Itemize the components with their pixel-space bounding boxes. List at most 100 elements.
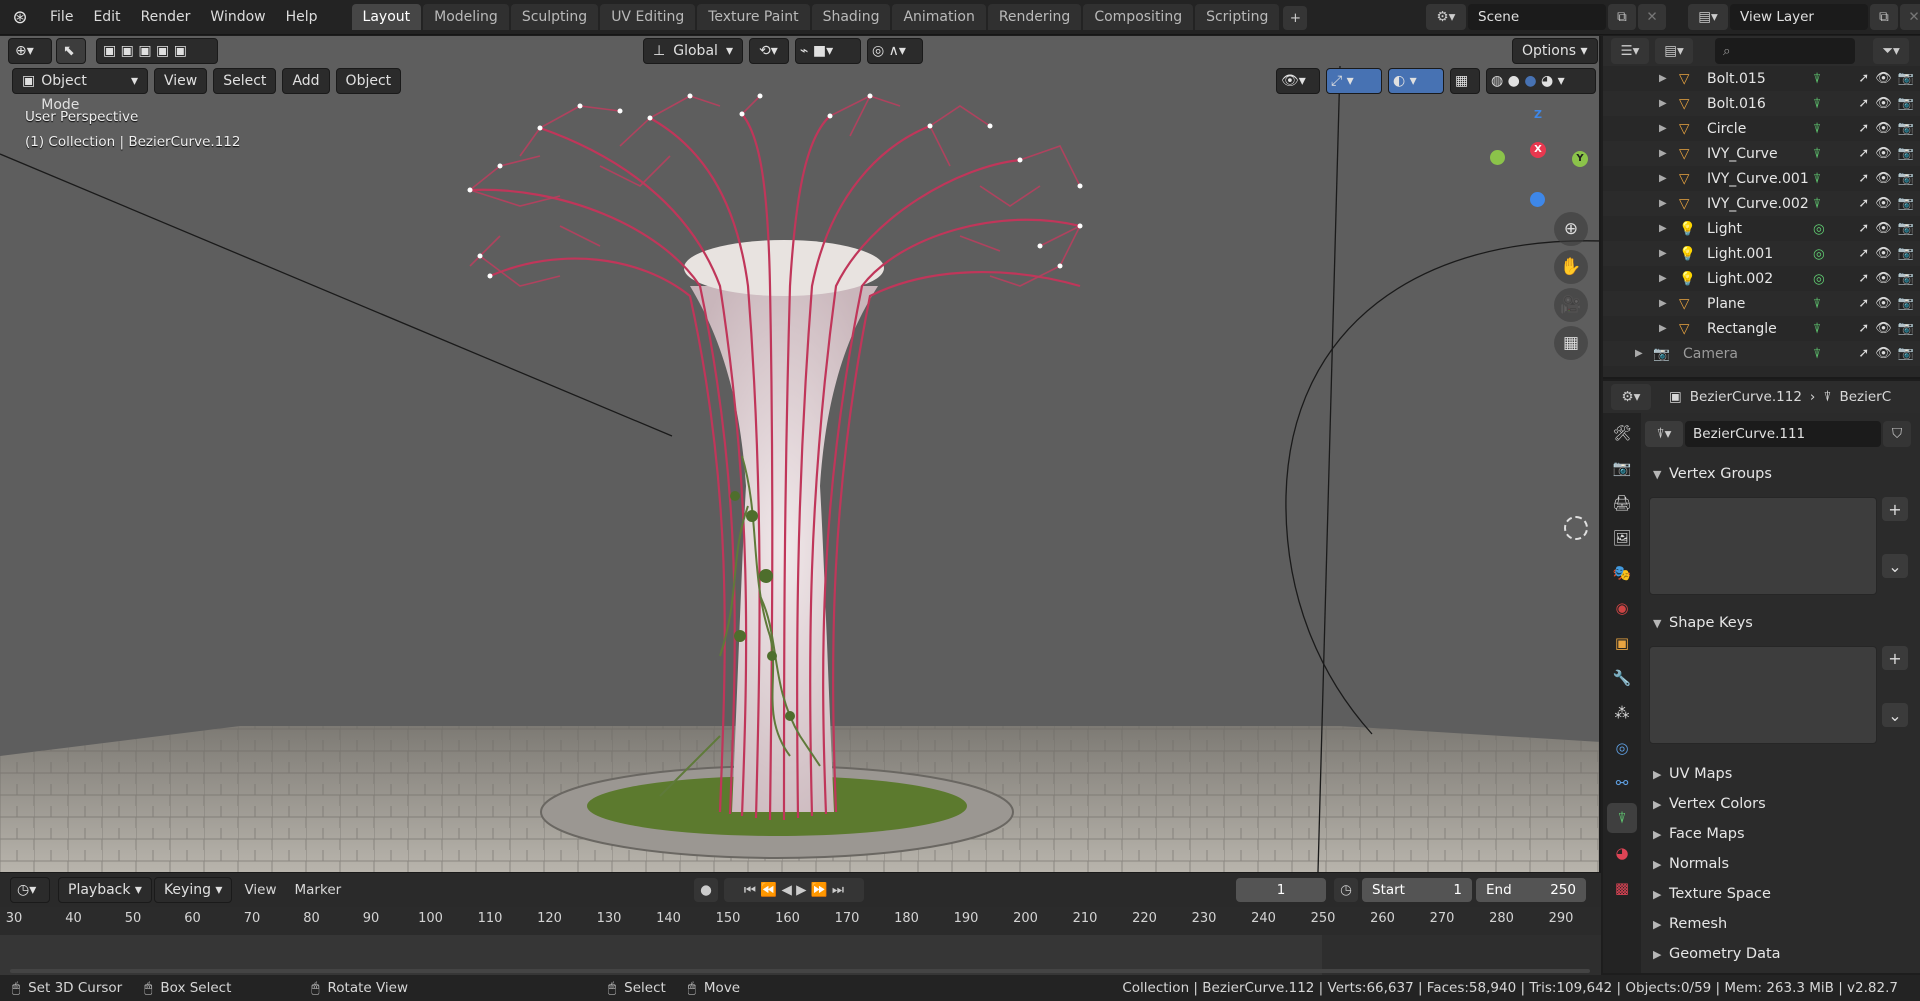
timeline-ruler[interactable]: 30 40 50 60 70 80 90 100 110 120 130 140 150 160 170 18… — [0, 907, 1601, 935]
outliner-item[interactable]: ▶ ▽ IVY_Curve ⍒ ➚ 👁 📷 — [1603, 141, 1920, 166]
timeline-editor-type-icon[interactable]: ◷▾ — [10, 877, 50, 903]
selectable-arrow-icon[interactable]: ➚ — [1858, 146, 1869, 161]
properties-editor-type-icon[interactable]: ⚙▾ — [1611, 384, 1651, 410]
transport-icons[interactable]: ⏮ ⏪ ◀ ▶ ⏩ ⏭ — [724, 878, 864, 902]
blender-logo-icon[interactable]: ⊛ — [0, 0, 40, 35]
selectable-arrow-icon[interactable]: ➚ — [1858, 296, 1869, 311]
panel-face-maps[interactable]: ▶ Face Maps — [1649, 821, 1914, 847]
start-frame-field[interactable]: Start 1 — [1362, 878, 1472, 902]
add-shape-key-button[interactable]: + — [1882, 646, 1908, 670]
render-camera-icon[interactable]: 📷 — [1898, 246, 1914, 261]
render-camera-icon[interactable]: 📷 — [1898, 196, 1914, 211]
object-tab-icon[interactable]: ▣ — [1607, 628, 1637, 658]
navigation-gizmo[interactable]: Z X Y — [1486, 108, 1588, 208]
object-data-icon[interactable]: ⍒ — [1813, 196, 1821, 212]
panel-remesh[interactable]: ▶ Remesh — [1649, 911, 1914, 937]
tab-rendering[interactable]: Rendering — [987, 4, 1082, 30]
expand-arrow-icon[interactable]: ▶ — [1659, 198, 1667, 209]
visibility-eye-icon[interactable]: 👁 — [1875, 171, 1892, 186]
object-data-icon[interactable]: ⍒ — [1813, 321, 1821, 337]
select-tool-icon[interactable]: ⬉ — [56, 38, 86, 64]
selectable-arrow-icon[interactable]: ➚ — [1858, 121, 1869, 136]
tab-sculpting[interactable]: Sculpting — [510, 4, 599, 30]
menu-add[interactable]: Add — [282, 68, 330, 94]
expand-arrow-icon[interactable]: ▶ — [1659, 323, 1667, 334]
outliner-item[interactable]: ▶ ▽ Bolt.016 ⍒ ➚ 👁 📷 — [1603, 91, 1920, 116]
add-vertex-group-button[interactable]: + — [1882, 497, 1908, 521]
render-camera-icon[interactable]: 📷 — [1898, 346, 1914, 361]
outliner-item[interactable]: ▶ 📷 Camera ⍒ ➚ 👁 📷 — [1603, 341, 1920, 366]
menu-render[interactable]: Render — [131, 0, 201, 35]
physics-tab-icon[interactable]: ◎ — [1607, 733, 1637, 763]
timeline-track[interactable] — [0, 935, 1601, 975]
object-data-icon[interactable]: ◎ — [1813, 221, 1825, 237]
scene-tab-icon[interactable]: 🎭 — [1607, 558, 1637, 588]
menu-object[interactable]: Object — [335, 68, 402, 94]
selectable-arrow-icon[interactable]: ➚ — [1858, 246, 1869, 261]
new-scene-icon[interactable]: ⧉ — [1608, 4, 1636, 30]
view-layer-tab-icon[interactable]: 🖼 — [1607, 523, 1637, 553]
outliner-item[interactable]: ▶ ▽ Bolt.015 ⍒ ➚ 👁 📷 — [1603, 66, 1920, 91]
tab-scripting[interactable]: Scripting — [1195, 4, 1280, 30]
visibility-icon[interactable]: 👁▾ — [1276, 68, 1320, 94]
fake-user-shield-icon[interactable]: ⛉ — [1883, 421, 1911, 447]
visibility-eye-icon[interactable]: 👁 — [1875, 296, 1892, 311]
playback-dropdown[interactable]: Playback ▾ — [58, 877, 152, 903]
render-camera-icon[interactable]: 📷 — [1898, 121, 1914, 136]
tool-tab-icon[interactable]: 🛠 — [1607, 418, 1637, 448]
visibility-eye-icon[interactable]: 👁 — [1875, 146, 1892, 161]
render-camera-icon[interactable]: 📷 — [1898, 296, 1914, 311]
render-camera-icon[interactable]: 📷 — [1898, 271, 1914, 286]
outliner-item[interactable]: ▶ ▽ IVY_Curve.001 ⍒ ➚ 👁 📷 — [1603, 166, 1920, 191]
selectable-arrow-icon[interactable]: ➚ — [1858, 271, 1869, 286]
pivot-point-icon[interactable]: ⟲▾ — [749, 38, 789, 64]
tab-uv-editing[interactable]: UV Editing — [600, 4, 696, 30]
data-name-field[interactable]: BezierCurve.111 — [1685, 421, 1881, 447]
panel-vertex-colors[interactable]: ▶ Vertex Colors — [1649, 791, 1914, 817]
selectable-arrow-icon[interactable]: ➚ — [1858, 96, 1869, 111]
vertex-groups-list[interactable] — [1649, 497, 1877, 595]
snap-toggle-icon[interactable]: ⌁ ■▾ — [795, 38, 861, 64]
object-data-icon[interactable]: ⍒ — [1813, 96, 1821, 112]
panel-shape-keys[interactable]: ▼ Shape Keys — [1649, 610, 1914, 636]
pan-hand-icon[interactable]: ✋ — [1554, 250, 1588, 284]
view-layer-browse-icon[interactable]: ▤▾ — [1688, 4, 1728, 30]
current-frame-field[interactable]: 1 — [1236, 878, 1326, 902]
tab-modeling[interactable]: Modeling — [423, 4, 509, 30]
selectable-arrow-icon[interactable]: ➚ — [1858, 346, 1869, 361]
output-tab-icon[interactable]: 🖨 — [1607, 488, 1637, 518]
axis-neg-y-dot[interactable] — [1490, 150, 1505, 165]
expand-arrow-icon[interactable]: ▶ — [1659, 273, 1667, 284]
outliner-item[interactable]: ▶ 💡 Light.002 ◎ ➚ 👁 📷 — [1603, 266, 1920, 291]
selectable-arrow-icon[interactable]: ➚ — [1858, 221, 1869, 236]
visibility-eye-icon[interactable]: 👁 — [1875, 346, 1892, 361]
xray-toggle-icon[interactable]: ▦ — [1450, 68, 1480, 94]
visibility-eye-icon[interactable]: 👁 — [1875, 321, 1892, 336]
filter-icon[interactable]: ⏷▾ — [1873, 38, 1909, 64]
outliner-editor-type-icon[interactable]: ☰▾ — [1611, 38, 1649, 64]
shape-keys-list[interactable] — [1649, 646, 1877, 744]
tab-texture-paint[interactable]: Texture Paint — [697, 4, 810, 30]
record-icon[interactable]: ● — [694, 878, 718, 902]
scene-browse-icon[interactable]: ⚙▾ — [1426, 4, 1466, 30]
render-camera-icon[interactable]: 📷 — [1898, 221, 1914, 236]
outliner-item[interactable]: ▶ ▽ Circle ⍒ ➚ 👁 📷 — [1603, 116, 1920, 141]
expand-arrow-icon[interactable]: ▶ — [1659, 173, 1667, 184]
perspective-grid-icon[interactable]: ▦ — [1554, 326, 1588, 360]
menu-edit[interactable]: Edit — [83, 0, 130, 35]
tab-shading[interactable]: Shading — [811, 4, 891, 30]
timeline-scrollbar[interactable] — [10, 969, 1590, 973]
visibility-eye-icon[interactable]: 👁 — [1875, 71, 1892, 86]
shape-key-specials-button[interactable]: ⌄ — [1882, 703, 1908, 727]
outliner-item[interactable]: ▶ ▽ Plane ⍒ ➚ 👁 📷 — [1603, 291, 1920, 316]
zoom-icon[interactable]: ⊕ — [1554, 212, 1588, 246]
object-data-icon[interactable]: ⍒ — [1813, 171, 1821, 187]
visibility-eye-icon[interactable]: 👁 — [1875, 121, 1892, 136]
outliner-item[interactable]: ▶ 💡 Light.001 ◎ ➚ 👁 📷 — [1603, 241, 1920, 266]
object-data-icon[interactable]: ⍒ — [1813, 146, 1821, 162]
tab-compositing[interactable]: Compositing — [1083, 4, 1194, 30]
visibility-eye-icon[interactable]: 👁 — [1875, 271, 1892, 286]
selectable-arrow-icon[interactable]: ➚ — [1858, 71, 1869, 86]
constraints-tab-icon[interactable]: ⚯ — [1607, 768, 1637, 798]
timeline-menu-marker[interactable]: Marker — [295, 882, 342, 898]
